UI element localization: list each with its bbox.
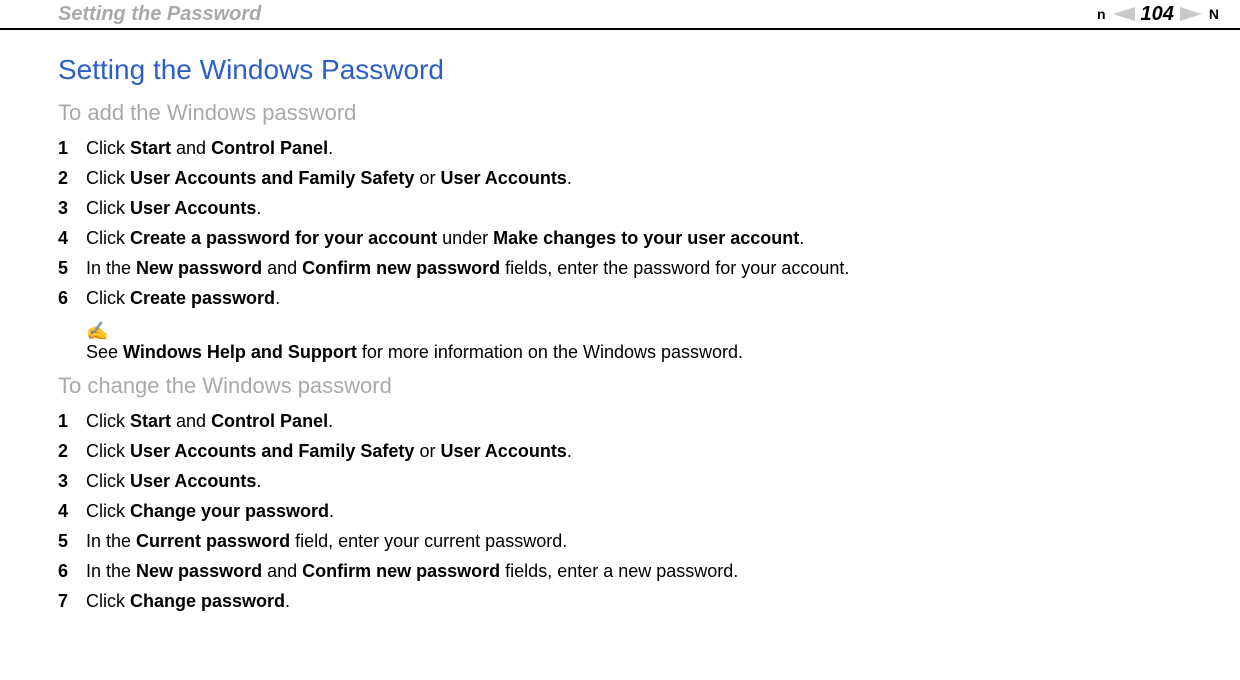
bold-text: User Accounts bbox=[130, 471, 256, 491]
subhead-add: To add the Windows password bbox=[58, 100, 1220, 126]
text: . bbox=[567, 168, 572, 188]
change-step-6: 6In the New password and Confirm new pas… bbox=[58, 559, 1220, 583]
bold-text: Start bbox=[130, 411, 171, 431]
bold-text: New password bbox=[136, 258, 262, 278]
step-number: 4 bbox=[58, 499, 86, 523]
bold-text: Change your password bbox=[130, 501, 329, 521]
text: . bbox=[328, 138, 333, 158]
text: fields, enter a new password. bbox=[500, 561, 738, 581]
step-number: 6 bbox=[58, 559, 86, 583]
bold-text: User Accounts bbox=[440, 168, 566, 188]
page-content: Setting the Windows Password To add the … bbox=[0, 30, 1240, 613]
change-step-1: 1Click Start and Control Panel. bbox=[58, 409, 1220, 433]
add-step-3: 3Click User Accounts. bbox=[58, 196, 1220, 220]
text: Click bbox=[86, 471, 130, 491]
prev-n-label: n bbox=[1097, 6, 1106, 22]
text: . bbox=[328, 411, 333, 431]
text: and bbox=[171, 411, 211, 431]
bold-text: Current password bbox=[136, 531, 290, 551]
step-number: 6 bbox=[58, 286, 86, 310]
text: . bbox=[799, 228, 804, 248]
text: . bbox=[329, 501, 334, 521]
bold-text: Confirm new password bbox=[302, 561, 500, 581]
change-step-5: 5In the Current password field, enter yo… bbox=[58, 529, 1220, 553]
add-step-2: 2Click User Accounts and Family Safety o… bbox=[58, 166, 1220, 190]
text: . bbox=[256, 198, 261, 218]
text: Click bbox=[86, 138, 130, 158]
text: . bbox=[285, 591, 290, 611]
change-step-7: 7Click Change password. bbox=[58, 589, 1220, 613]
step-number: 5 bbox=[58, 529, 86, 553]
text: Click bbox=[86, 168, 130, 188]
pager: n 104 N bbox=[1096, 3, 1220, 26]
text: for more information on the Windows pass… bbox=[357, 342, 743, 362]
bold-text: Create password bbox=[130, 288, 275, 308]
text: Click bbox=[86, 411, 130, 431]
add-step-4: 4Click Create a password for your accoun… bbox=[58, 226, 1220, 250]
step-number: 2 bbox=[58, 166, 86, 190]
text: . bbox=[567, 441, 572, 461]
bold-text: Confirm new password bbox=[302, 258, 500, 278]
bold-text: Make changes to your user account bbox=[493, 228, 799, 248]
text: See bbox=[86, 342, 123, 362]
bold-text: User Accounts bbox=[440, 441, 566, 461]
step-number: 3 bbox=[58, 469, 86, 493]
note-icon: ✍ bbox=[86, 322, 1220, 340]
bold-text: Start bbox=[130, 138, 171, 158]
note-block: ✍ See Windows Help and Support for more … bbox=[86, 322, 1220, 363]
note-text: See Windows Help and Support for more in… bbox=[86, 342, 743, 362]
header-title: Setting the Password bbox=[58, 3, 1096, 26]
section-title: Setting the Windows Password bbox=[58, 54, 1220, 86]
arrow-left-icon[interactable] bbox=[1113, 7, 1135, 21]
text: Click bbox=[86, 501, 130, 521]
bold-text: User Accounts bbox=[130, 198, 256, 218]
text: and bbox=[262, 258, 302, 278]
step-number: 2 bbox=[58, 439, 86, 463]
text: Click bbox=[86, 591, 130, 611]
text: In the bbox=[86, 258, 136, 278]
add-step-6: 6Click Create password. bbox=[58, 286, 1220, 310]
subhead-change: To change the Windows password bbox=[58, 373, 1220, 399]
text: In the bbox=[86, 531, 136, 551]
text: or bbox=[414, 441, 440, 461]
next-n-label: N bbox=[1209, 6, 1219, 22]
bold-text: Change password bbox=[130, 591, 285, 611]
text: In the bbox=[86, 561, 136, 581]
change-step-3: 3Click User Accounts. bbox=[58, 469, 1220, 493]
bold-text: Create a password for your account bbox=[130, 228, 437, 248]
text: fields, enter the password for your acco… bbox=[500, 258, 849, 278]
text: Click bbox=[86, 288, 130, 308]
text: or bbox=[414, 168, 440, 188]
text: . bbox=[256, 471, 261, 491]
step-number: 1 bbox=[58, 136, 86, 160]
text: Click bbox=[86, 198, 130, 218]
text: Click bbox=[86, 441, 130, 461]
bold-text: Windows Help and Support bbox=[123, 342, 357, 362]
step-number: 7 bbox=[58, 589, 86, 613]
step-number: 3 bbox=[58, 196, 86, 220]
text: and bbox=[262, 561, 302, 581]
text: and bbox=[171, 138, 211, 158]
change-step-4: 4Click Change your password. bbox=[58, 499, 1220, 523]
page-number: 104 bbox=[1141, 3, 1174, 26]
bold-text: User Accounts and Family Safety bbox=[130, 168, 414, 188]
text: field, enter your current password. bbox=[290, 531, 567, 551]
text: under bbox=[437, 228, 493, 248]
arrow-right-icon[interactable] bbox=[1180, 7, 1202, 21]
add-step-1: 1Click Start and Control Panel. bbox=[58, 136, 1220, 160]
step-number: 4 bbox=[58, 226, 86, 250]
bold-text: Control Panel bbox=[211, 411, 328, 431]
page-header: Setting the Password n 104 N bbox=[0, 0, 1240, 30]
add-step-5: 5In the New password and Confirm new pas… bbox=[58, 256, 1220, 280]
text: . bbox=[275, 288, 280, 308]
bold-text: Control Panel bbox=[211, 138, 328, 158]
change-step-2: 2Click User Accounts and Family Safety o… bbox=[58, 439, 1220, 463]
step-number: 1 bbox=[58, 409, 86, 433]
step-number: 5 bbox=[58, 256, 86, 280]
bold-text: New password bbox=[136, 561, 262, 581]
text: Click bbox=[86, 228, 130, 248]
bold-text: User Accounts and Family Safety bbox=[130, 441, 414, 461]
